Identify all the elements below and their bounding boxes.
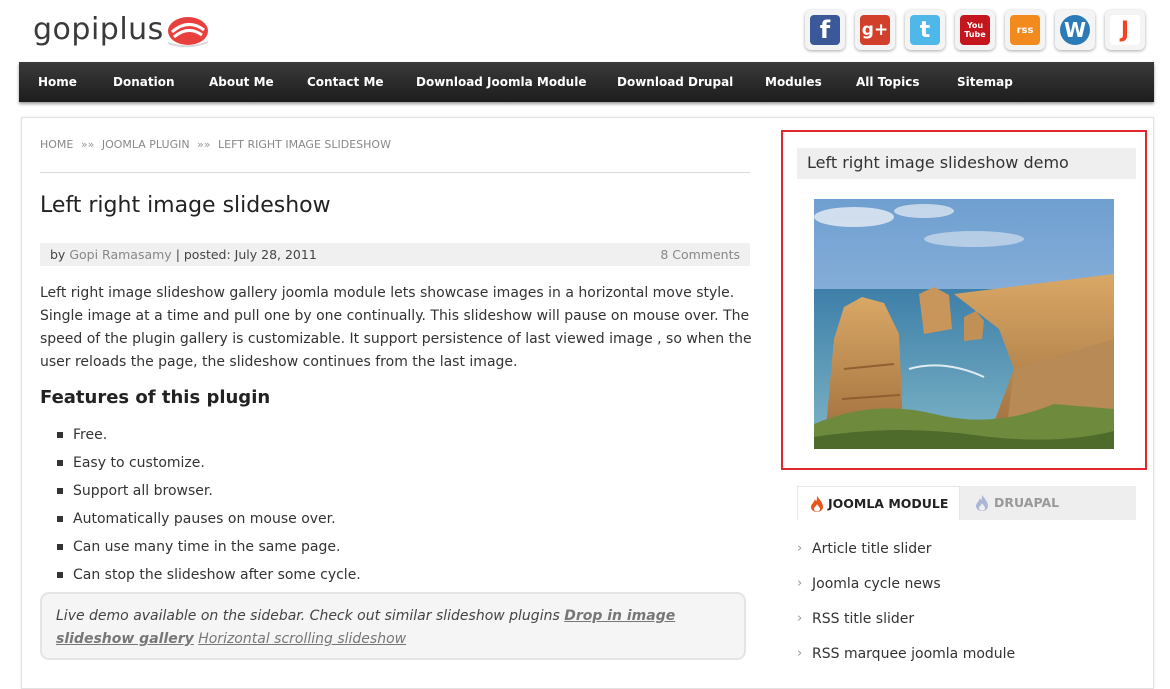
nav-all-topics[interactable]: All Topics <box>856 62 920 102</box>
article-intro: Left right image slideshow gallery jooml… <box>40 285 752 370</box>
module-tabs: JOOMLA MODULE DRUAPAL <box>797 486 1136 520</box>
nav-download-drupal[interactable]: Download Drupal <box>617 62 733 102</box>
youtube-icon[interactable]: You Tube <box>955 10 995 50</box>
module-link-list: Article title slider Joomla cycle news R… <box>797 540 1015 680</box>
breadcrumb: HOME »» JOOMLA PLUGIN »» LEFT RIGHT IMAG… <box>40 138 395 151</box>
horizontal-scrolling-slideshow-link[interactable]: Horizontal scrolling slideshow <box>198 631 406 647</box>
tab-drupal[interactable]: DRUAPAL <box>960 486 1136 520</box>
features-heading: Features of this plugin <box>40 387 271 408</box>
author-link[interactable]: Gopi Ramasamy <box>69 247 171 262</box>
list-item: Can use many time in the same page. <box>57 536 361 564</box>
wordpress-icon[interactable]: W <box>1055 10 1095 50</box>
tab-joomla-module-label: JOOMLA MODULE <box>828 496 949 511</box>
twitter-icon[interactable]: t <box>905 10 945 50</box>
joomla-icon[interactable]: J <box>1105 10 1145 50</box>
breadcrumb-separator: »» <box>80 138 95 151</box>
list-item: Free. <box>57 424 361 452</box>
post-meta: by Gopi Ramasamy | posted: July 28, 2011… <box>40 243 750 266</box>
nav-home[interactable]: Home <box>38 62 77 102</box>
breadcrumb-joomla-plugin[interactable]: JOOMLA PLUGIN <box>102 138 190 151</box>
main-nav: Home Donation About Me Contact Me Downlo… <box>19 62 1154 102</box>
demo-note: Live demo available on the sidebar. Chec… <box>40 592 746 660</box>
rss-icon[interactable]: rss <box>1005 10 1045 50</box>
nav-donation[interactable]: Donation <box>113 62 174 102</box>
nav-sitemap[interactable]: Sitemap <box>957 62 1013 102</box>
nav-contact-me[interactable]: Contact Me <box>307 62 384 102</box>
comments-link[interactable]: 8 Comments <box>660 247 740 262</box>
logo-swirl-icon <box>167 17 209 48</box>
feature-list: Free. Easy to customize. Support all bro… <box>57 424 361 592</box>
nav-download-joomla-module[interactable]: Download Joomla Module <box>416 62 586 102</box>
list-item: Automatically pauses on mouse over. <box>57 508 361 536</box>
list-item: Easy to customize. <box>57 452 361 480</box>
list-item: Support all browser. <box>57 480 361 508</box>
list-item[interactable]: Joomla cycle news <box>797 575 1015 610</box>
nav-about-me[interactable]: About Me <box>209 62 274 102</box>
page-title: Left right image slideshow <box>40 193 331 218</box>
breadcrumb-current: LEFT RIGHT IMAGE SLIDESHOW <box>218 138 391 151</box>
slideshow-image[interactable] <box>814 199 1114 449</box>
site-logo[interactable]: gopiplus <box>33 12 164 47</box>
facebook-icon[interactable]: f <box>805 10 845 50</box>
breadcrumb-home[interactable]: HOME <box>40 138 73 151</box>
meta-by-label: by <box>50 247 66 262</box>
note-text: Live demo available on the sidebar. Chec… <box>56 608 560 624</box>
tab-drupal-label: DRUAPAL <box>994 495 1060 510</box>
posted-date: | posted: July 28, 2011 <box>175 247 317 262</box>
breadcrumb-divider <box>40 172 750 173</box>
tab-joomla-module[interactable]: JOOMLA MODULE <box>797 486 960 520</box>
list-item[interactable]: RSS title slider <box>797 610 1015 645</box>
list-item: Can stop the slideshow after some cycle. <box>57 564 361 592</box>
list-item[interactable]: Article title slider <box>797 540 1015 575</box>
google-plus-icon[interactable]: g+ <box>855 10 895 50</box>
drupal-drop-icon <box>976 495 988 511</box>
breadcrumb-separator: »» <box>197 138 211 151</box>
flame-icon <box>811 496 823 512</box>
widget-title: Left right image slideshow demo <box>797 148 1136 179</box>
nav-modules[interactable]: Modules <box>765 62 822 102</box>
